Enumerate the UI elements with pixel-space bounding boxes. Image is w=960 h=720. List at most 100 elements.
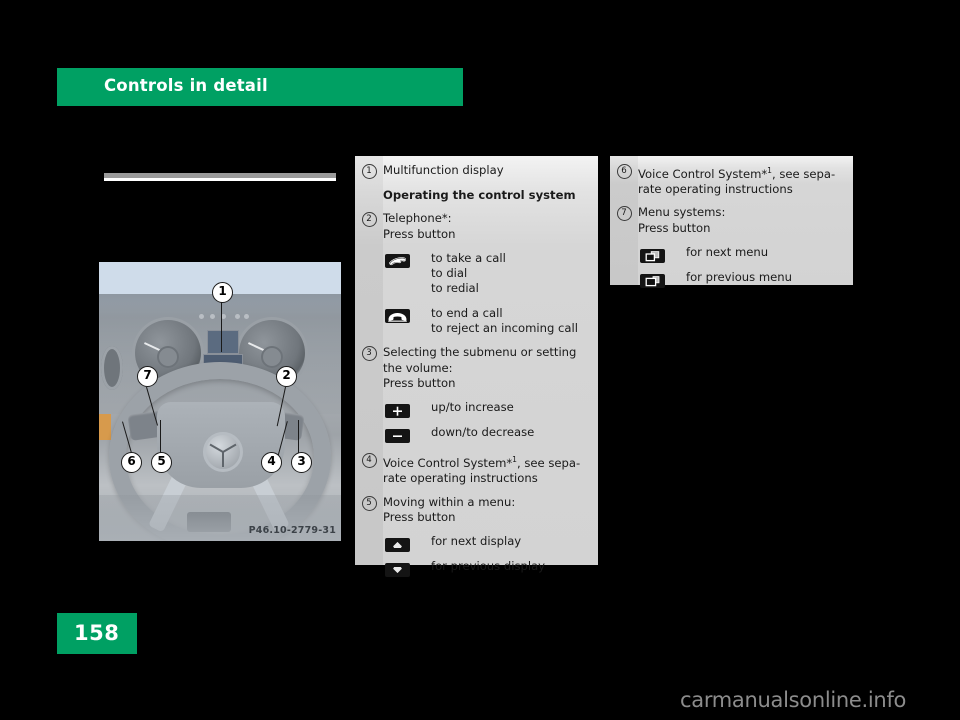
legend-subitem-previous-display: for previous display [355,559,598,578]
legend-number-7: 7 [616,206,632,222]
callout-6-label: 6 [127,454,136,468]
legend-subtext-previous-menu: for previous menu [686,270,793,285]
phone-end-call-key [385,309,410,324]
figure-callout-5: 5 [151,452,172,473]
section-divider-rule-highlight [104,178,336,181]
take-call-line1: to take a call [431,250,506,265]
air-vent [101,346,123,390]
legend-text-7: Menu systems: Press button [638,205,853,236]
arrow-down-icon [383,559,431,578]
phone-take-call-key [385,254,410,269]
take-call-line3: to redial [431,281,479,296]
legend-text-2: Telephone*: Press button [383,211,598,242]
minus-key [385,428,410,443]
legend-text-4-line2: rate operating instructions [383,471,538,486]
legend-number-3: 3 [361,346,377,362]
legend-text-5-line2: Press button [383,510,456,525]
callout-7-label: 7 [143,368,152,382]
indicator-light [99,414,111,440]
legend-number-cell: 4 [355,452,383,469]
legend-text-5-line1: Moving within a menu: [383,494,516,509]
callout-5-label: 5 [157,454,166,468]
legend-number-1: 1 [361,164,377,179]
legend-text-1: Multifunction display [383,163,504,177]
legend-text-6-line1: Voice Control System*1, see sepa- [638,163,845,182]
vcs-label-4b: , see sepa- [517,456,581,471]
legend-item-6: 6 Voice Control System*1, see sepa- rate… [610,163,853,197]
legend-subtext-end-call: to end a call to reject an incoming call [431,306,598,337]
legend-subtext-decrease: down/to decrease [431,425,535,440]
legend-text-4: Voice Control System*1, see sepa- rate o… [383,452,598,486]
legend-subitem-next-menu: for next menu [610,245,853,264]
figure-callout-3: 3 [291,452,312,473]
legend-subitem-increase: up/to increase [355,400,598,419]
page-number: 158 [74,621,120,645]
legend-number-4: 4 [361,453,377,469]
legend-number-cell: 2 [355,211,383,228]
arrow-down-key [385,562,410,577]
legend-text-2-line1: Telephone*: [383,211,452,226]
legend-item-2: 2 Telephone*: Press button [355,211,598,242]
legend-subtext-increase: up/to increase [431,400,514,415]
legend-number-cell: 1 [355,163,383,179]
legend-number-cell: 5 [355,495,383,511]
next-menu-key [640,248,665,263]
controls-legend-panel-middle: 1 Multifunction display Operating the co… [355,156,598,577]
legend-subitem-end-call: to end a call to reject an incoming call [355,306,598,337]
multifunction-display-screen [207,330,239,354]
legend-number-cell: 7 [610,205,638,222]
vcs-label-4: Voice Control System* [383,456,513,471]
legend-number-6: 6 [616,164,632,179]
legend-text-3-line1: Selecting the submenu or setting [383,345,577,360]
callout-1-label: 1 [218,284,227,298]
controls-legend-panel-right: 6 Voice Control System*1, see sepa- rate… [610,156,853,288]
vcs-label-6: Voice Control System* [638,166,768,181]
previous-menu-icon [638,270,686,289]
legend-text-3-line3: Press button [383,375,456,390]
speedometer-inner-dial [261,345,283,368]
callout-leader-1 [221,302,223,352]
end-call-line1: to end a call [431,305,503,320]
telltale-lights [199,314,249,319]
legend-text-6: Voice Control System*1, see sepa- rate o… [638,163,853,197]
legend-text-2-line2: Press button [383,226,456,241]
legend-item-3: 3 Selecting the submenu or setting the v… [355,345,598,391]
legend-subitem-decrease: down/to decrease [355,425,598,444]
previous-menu-key [640,273,665,288]
minus-icon [383,425,431,444]
legend-text-3-line2: the volume: [383,360,453,375]
legend-subtext-next-menu: for next menu [686,245,769,260]
figure-callout-2: 2 [276,366,297,387]
arrow-up-key [385,537,410,552]
next-menu-icon [638,245,686,264]
legend-number-cell: 3 [355,345,383,362]
legend-number-cell-empty [355,188,383,189]
legend-subitem-take-call: to take a call to dial to redial [355,251,598,297]
page-title: Controls in detail [104,76,268,95]
legend-subtext-take-call: to take a call to dial to redial [431,251,598,297]
legend-subitem-previous-menu: for previous menu [610,270,853,289]
legend-subtext-next-display: for next display [431,534,522,549]
legend-item-5: 5 Moving within a menu: Press button [355,495,598,526]
legend-number-2: 2 [361,212,377,228]
legend-item-4: 4 Voice Control System*1, see sepa- rate… [355,452,598,486]
figure-reference-code: P46.10-2779-31 [248,525,336,536]
plus-key [385,403,410,418]
mercedes-star-logo [203,432,243,472]
phone-end-call-icon [383,306,431,325]
legend-text-3: Selecting the submenu or setting the vol… [383,345,598,391]
watermark: carmanualsonline.info [680,688,907,712]
arrow-up-icon [383,534,431,553]
plus-icon [383,400,431,419]
legend-item-1: 1 Multifunction display [355,163,598,179]
end-call-line2: to reject an incoming call [431,321,578,336]
legend-text-5: Moving within a menu: Press button [383,495,598,526]
tachometer-inner-dial [157,345,179,368]
phone-take-call-icon [383,251,431,270]
legend-subitem-next-display: for next display [355,534,598,553]
figure-callout-6: 6 [121,452,142,473]
legend-heading: Operating the control system [383,188,576,202]
steering-wheel-figure: 1 7 2 6 5 4 3 P46.10-2779-31 [99,262,341,541]
legend-number-cell: 6 [610,163,638,179]
vcs-label-6b: , see sepa- [772,166,836,181]
